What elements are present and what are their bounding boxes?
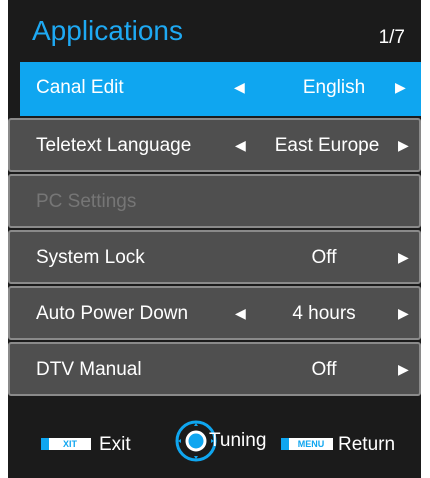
menu-item-canal-edit[interactable]: Canal Edit ◀ English ▶ — [20, 62, 421, 116]
right-arrow-icon[interactable]: ▶ — [398, 249, 409, 266]
menu-item-value: 4 hours — [292, 303, 356, 324]
exit-key-icon[interactable]: XIT — [41, 438, 91, 450]
menu-item-label: Teletext Language — [36, 135, 192, 156]
menu-item-pc-settings: PC Settings — [8, 174, 421, 228]
menu-item-auto-power-down[interactable]: Auto Power Down ◀ 4 hours ▶ — [8, 286, 421, 340]
menu-item-system-lock[interactable]: System Lock Off ▶ — [8, 230, 421, 284]
left-arrow-icon[interactable]: ◀ — [234, 79, 245, 96]
menu-item-value: East Europe — [274, 135, 380, 156]
right-arrow-icon[interactable]: ▶ — [395, 79, 406, 96]
menu-title: Applications — [32, 15, 183, 46]
menu-item-value: Off — [311, 247, 337, 268]
menu-item-teletext-language[interactable]: Teletext Language ◀ East Europe ▶ — [8, 118, 421, 172]
page-indicator: 1/7 — [378, 27, 405, 48]
menu-item-label: Auto Power Down — [36, 303, 189, 324]
menu-item-value: Off — [311, 359, 337, 380]
right-arrow-icon[interactable]: ▶ — [398, 137, 409, 154]
menu-item-label: DTV Manual — [36, 359, 142, 380]
menu-key-icon[interactable]: MENU — [281, 438, 333, 450]
menu-item-dtv-manual[interactable]: DTV Manual Off ▶ — [8, 342, 421, 396]
right-arrow-icon[interactable]: ▶ — [398, 361, 409, 378]
menu-item-label: PC Settings — [36, 191, 137, 212]
menu-header: Applications 1/7 — [8, 0, 421, 62]
tuning-label: Tuning — [209, 430, 267, 451]
menu-item-value: English — [302, 77, 366, 98]
tv-menu-screen: Applications 1/7 Canal Edit ◀ English ▶ … — [8, 0, 421, 478]
return-label: Return — [338, 434, 396, 455]
right-arrow-icon[interactable]: ▶ — [398, 305, 409, 322]
menu-list: Canal Edit ◀ English ▶ Teletext Language… — [8, 62, 421, 398]
left-arrow-icon[interactable]: ◀ — [235, 137, 246, 154]
exit-label: Exit — [99, 434, 131, 455]
menu-item-label: Canal Edit — [36, 77, 124, 98]
left-arrow-icon[interactable]: ◀ — [235, 305, 246, 322]
footer-hints: XIT Exit Tuning MENU Return — [8, 398, 421, 478]
menu-item-label: System Lock — [36, 247, 145, 268]
